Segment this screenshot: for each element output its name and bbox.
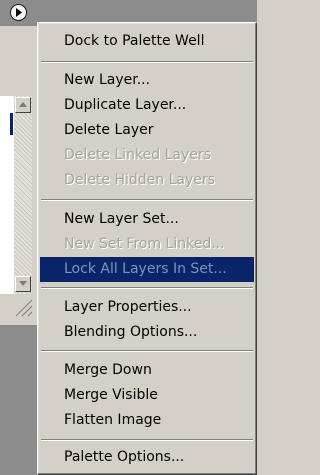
menu-separator [41, 287, 253, 289]
scroll-up-arrow-icon [19, 102, 27, 107]
menu-separator [41, 439, 253, 441]
palette-bottom-area [0, 325, 40, 475]
menu-item-layer-properties[interactable]: Layer Properties... [40, 295, 254, 320]
palette-menu-button[interactable] [10, 4, 27, 21]
menu-item-delete-hidden-layers[interactable]: Delete Hidden Layers [40, 168, 254, 193]
scroll-down-arrow-icon [19, 281, 27, 286]
menu-item-merge-visible[interactable]: Merge Visible [40, 383, 254, 408]
menu-item-merge-down[interactable]: Merge Down [40, 358, 254, 383]
menu-item-new-layer[interactable]: New Layer... [40, 68, 254, 93]
scroll-up-button[interactable] [15, 97, 31, 113]
menu-item-new-set-from-linked[interactable]: New Set From Linked... [40, 232, 254, 257]
resize-grip-icon[interactable] [12, 296, 34, 318]
menu-item-lock-all-layers-in-set[interactable]: Lock All Layers In Set... [40, 257, 254, 282]
menu-item-duplicate-layer[interactable]: Duplicate Layer... [40, 93, 254, 118]
menu-separator [41, 61, 253, 63]
menu-item-palette-options[interactable]: Palette Options... [40, 445, 254, 470]
menu-item-flatten-image[interactable]: Flatten Image [40, 408, 254, 433]
selected-layer-marker [10, 113, 13, 135]
layers-scrollbar[interactable] [14, 96, 32, 294]
layers-palette-menu: Dock to Palette Well New Layer... Duplic… [37, 22, 257, 475]
menu-item-delete-layer[interactable]: Delete Layer [40, 118, 254, 143]
menu-item-new-layer-set[interactable]: New Layer Set... [40, 207, 254, 232]
menu-item-dock-to-palette-well[interactable]: Dock to Palette Well [40, 29, 254, 54]
menu-item-delete-linked-layers[interactable]: Delete Linked Layers [40, 143, 254, 168]
palette-menu-arrow-icon [16, 8, 22, 17]
menu-separator [41, 350, 253, 352]
scroll-down-button[interactable] [15, 276, 31, 292]
menu-separator [41, 199, 253, 201]
menu-item-blending-options[interactable]: Blending Options... [40, 320, 254, 345]
